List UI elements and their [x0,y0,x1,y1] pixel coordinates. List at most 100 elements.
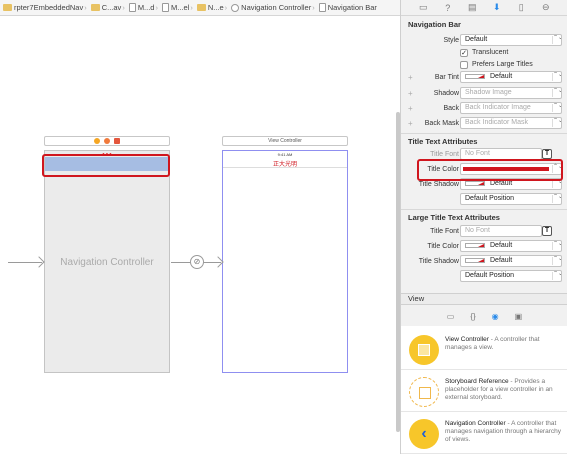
field-placeholder: Shadow Image [465,89,512,96]
jump-bar-segment[interactable]: M...el › [159,3,194,12]
list-item[interactable]: ‹ Navigation Controller - A controller t… [401,414,567,454]
folder-icon [90,4,100,11]
chevron-up-down-icon: ⌃⌄ [552,241,561,250]
chevron-up-down-icon: ⌃⌄ [552,271,561,280]
list-item[interactable]: View Controller - A controller that mana… [401,330,567,370]
shadow-image-field[interactable]: Shadow Image ⌃⌄ [460,87,562,99]
style-popup[interactable]: Default ⌃⌄ [460,34,562,46]
list-item[interactable]: Storyboard Reference - Provides a placeh… [401,372,567,412]
file-icon[interactable]: ▭ [417,2,429,13]
chevron-up-down-icon: ⌃⌄ [552,179,561,188]
list-item-text: Navigation Controller - A controller tha… [445,420,563,444]
field-label: Title Color [427,243,459,250]
jump-bar-label: rpter7EmbeddedNav [14,3,84,12]
large-title-font-row: Title Font No Font T [401,225,567,238]
jump-bar-segment[interactable]: M...d › [126,3,159,12]
nav-scene-dock[interactable] [44,136,170,146]
large-title-font-field[interactable]: No Font [460,225,542,237]
connections-icon[interactable]: ⊖ [540,2,552,13]
braces-icon[interactable]: {} [470,312,475,321]
chevron-right-icon: › [312,3,315,12]
plus-icon[interactable]: + [408,104,413,113]
chevron-up-down-icon: ⌃⌄ [552,103,561,112]
inspector-tabs: ▭ ? ▤ ⬇ ▯ ⊖ [401,0,567,16]
plus-icon[interactable]: + [408,119,413,128]
title-shadow-position-row: Default Position ⌃⌄ [401,193,567,206]
large-title-shadow-position-row: Default Position ⌃⌄ [401,270,567,283]
jump-bar-label: Navigation Bar [327,3,377,12]
font-picker-icon[interactable]: T [542,226,552,236]
identity-icon[interactable]: ▤ [466,2,478,13]
jump-bar-segment[interactable]: rpter7EmbeddedNav › [0,3,88,12]
large-title-shadow-popup[interactable]: Default ⌃⌄ [460,255,562,267]
file-icon [161,3,169,12]
navigation-controller-scene[interactable]: ● ● ● Navigation Controller [44,150,170,373]
back-indicator-field[interactable]: Back Indicator Image ⌃⌄ [460,102,562,114]
chevron-right-icon: › [122,3,125,12]
large-title-color-row: Title Color Default ⌃⌄ [401,240,567,253]
jump-bar-label: C...av [101,3,122,12]
prefers-large-titles-checkbox[interactable] [460,61,468,69]
translucent-checkbox[interactable]: ✓ [460,49,468,57]
large-title-shadow-row: Title Shadow Default ⌃⌄ [401,255,567,268]
status-bar-time: 9:41 AM [277,152,293,157]
section-title: Large Title Text Attributes [408,213,500,222]
vc-scene-dock[interactable]: View Controller [222,136,348,146]
color-swatch [465,180,485,186]
library-tabs: ▭ {} ◉ ▣ [401,309,567,323]
large-title-color-popup[interactable]: Default ⌃⌄ [460,240,562,252]
shadow-position-popup[interactable]: Default Position ⌃⌄ [460,270,562,282]
list-item-text: Storyboard Reference - Provides a placeh… [445,378,563,402]
shadow-position-popup[interactable]: Default Position ⌃⌄ [460,193,562,205]
field-label: Bar Tint [434,74,459,81]
attributes-icon[interactable]: ⬇ [491,2,503,13]
plus-icon[interactable]: + [408,89,413,98]
help-icon[interactable]: ? [442,3,454,13]
chevron-up-down-icon: ⌃⌄ [552,35,561,44]
bar-tint-row: + Bar Tint Default ⌃⌄ [401,71,567,84]
first-responder-icon[interactable] [104,138,110,144]
object-icon[interactable]: ◉ [492,312,499,321]
plus-icon[interactable]: + [408,73,413,82]
field-label: Title Shadow [418,258,459,265]
object-library-list: View Controller - A controller that mana… [401,326,567,454]
jump-bar-segment[interactable]: Navigation Controller › [228,3,316,12]
chevron-up-down-icon: ⌃⌄ [552,88,561,97]
folder-icon [3,4,12,11]
controller-icon[interactable] [94,138,100,144]
scene-title: Navigation Controller [60,257,154,268]
file-icon[interactable]: ▭ [447,312,455,321]
bar-tint-popup[interactable]: Default ⌃⌄ [460,71,562,83]
field-placeholder: No Font [465,227,490,234]
field-label: Back Mask [424,120,459,127]
checkbox-label: Prefers Large Titles [472,61,533,68]
section-title: Navigation Bar [408,20,461,29]
media-icon[interactable]: ▣ [515,312,523,321]
field-label: Title Shadow [418,181,459,188]
back-row: + Back Back Indicator Image ⌃⌄ [401,102,567,115]
size-icon[interactable]: ▯ [515,2,527,13]
segue-icon[interactable]: ⊘ [190,255,204,269]
jump-bar-segment[interactable]: Navigation Bar [316,3,377,12]
title-color-highlight [417,159,563,181]
navigation-bar-divider [223,167,347,168]
field-placeholder: Back Indicator Image [465,104,531,111]
color-swatch [465,73,485,79]
chevron-right-icon: › [224,3,228,12]
view-controller-scene[interactable]: 9:41 AM 正大光明 [222,150,348,373]
shadow-row: + Shadow Shadow Image ⌃⌄ [401,87,567,100]
field-label: Title Font [430,228,459,235]
jump-bar: rpter7EmbeddedNav › C...av › M...d › M..… [0,0,403,16]
jump-bar-segment[interactable]: C...av › [88,3,126,12]
popup-value: Default [490,257,513,264]
jump-bar-segment[interactable]: N...e › [194,3,228,12]
back-mask-field[interactable]: Back Indicator Mask ⌃⌄ [460,117,562,129]
chevron-right-icon: › [190,3,193,12]
color-swatch [465,242,485,248]
exit-icon[interactable] [114,138,120,144]
popup-value: Default Position [465,195,515,202]
storyboard-reference-icon [409,377,439,407]
font-picker-icon[interactable]: T [542,149,552,159]
file-icon [128,3,136,12]
navigation-bar-highlight [42,154,170,177]
